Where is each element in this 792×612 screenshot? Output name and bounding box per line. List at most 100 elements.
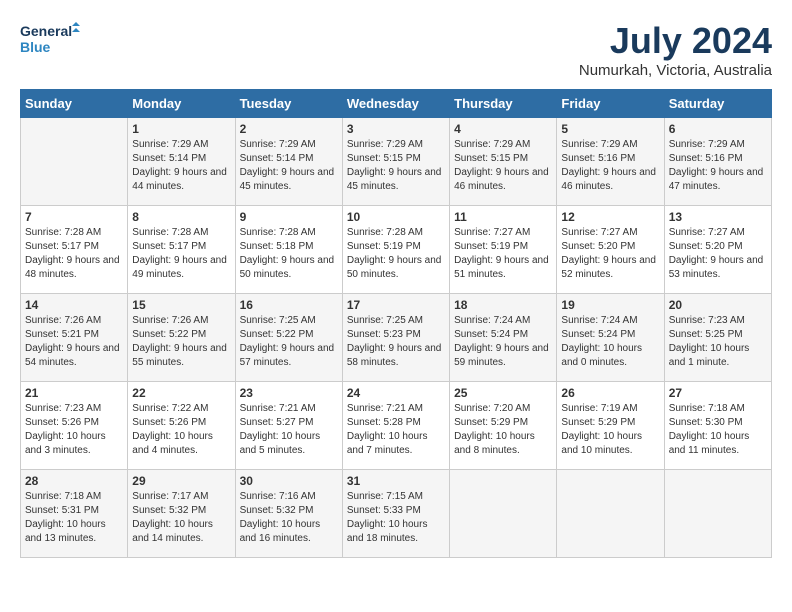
calendar-cell: 23 Sunrise: 7:21 AMSunset: 5:27 PMDayligh… — [235, 382, 342, 470]
day-number: 4 — [454, 122, 552, 136]
calendar-cell: 16 Sunrise: 7:25 AMSunset: 5:22 PMDayligh… — [235, 294, 342, 382]
calendar-cell: 19 Sunrise: 7:24 AMSunset: 5:24 PMDayligh… — [557, 294, 664, 382]
day-info: Sunrise: 7:24 AMSunset: 5:24 PMDaylight:… — [454, 314, 552, 370]
calendar-cell: 29Sunrise: 7:17 AMSunset: 5:32 PMDayligh… — [128, 470, 235, 558]
calendar-week-row: 14 Sunrise: 7:26 AMSunset: 5:21 PMDayligh… — [21, 294, 772, 382]
day-number: 23 — [240, 386, 338, 400]
day-number: 9 — [240, 210, 338, 224]
day-number: 11 — [454, 210, 552, 224]
calendar-cell: 21 Sunrise: 7:23 AMSunset: 5:26 PMDayligh… — [21, 382, 128, 470]
day-info: Sunrise: 7:23 AMSunset: 5:26 PMDaylight:… — [25, 402, 123, 458]
calendar-cell: 22 Sunrise: 7:22 AMSunset: 5:26 PMDayligh… — [128, 382, 235, 470]
location-subtitle: Numurkah, Victoria, Australia — [579, 62, 772, 79]
day-number: 17 — [347, 298, 445, 312]
day-number: 19 — [561, 298, 659, 312]
day-number: 18 — [454, 298, 552, 312]
day-info: Sunrise: 7:28 AMSunset: 5:17 PMDaylight:… — [25, 226, 123, 282]
calendar-cell: 26 Sunrise: 7:19 AMSunset: 5:29 PMDayligh… — [557, 382, 664, 470]
calendar-cell: 10 Sunrise: 7:28 AMSunset: 5:19 PMDayligh… — [342, 206, 449, 294]
logo-svg: General Blue — [20, 20, 80, 56]
calendar-week-row: 21 Sunrise: 7:23 AMSunset: 5:26 PMDayligh… — [21, 382, 772, 470]
calendar-week-row: 28Sunrise: 7:18 AMSunset: 5:31 PMDayligh… — [21, 470, 772, 558]
day-number: 26 — [561, 386, 659, 400]
day-number: 30 — [240, 474, 338, 488]
day-info: Sunrise: 7:18 AMSunset: 5:30 PMDaylight:… — [669, 402, 767, 458]
calendar-cell: 17 Sunrise: 7:25 AMSunset: 5:23 PMDayligh… — [342, 294, 449, 382]
weekday-header-sunday: Sunday — [21, 90, 128, 118]
calendar-cell — [664, 470, 771, 558]
day-number: 14 — [25, 298, 123, 312]
day-number: 5 — [561, 122, 659, 136]
calendar-cell: 18 Sunrise: 7:24 AMSunset: 5:24 PMDayligh… — [450, 294, 557, 382]
calendar-cell: 20Sunrise: 7:23 AMSunset: 5:25 PMDayligh… — [664, 294, 771, 382]
day-info: Sunrise: 7:24 AMSunset: 5:24 PMDaylight:… — [561, 314, 659, 370]
calendar-cell: 12Sunrise: 7:27 AMSunset: 5:20 PMDayligh… — [557, 206, 664, 294]
day-info: Sunrise: 7:26 AMSunset: 5:21 PMDaylight:… — [25, 314, 123, 370]
weekday-header-friday: Friday — [557, 90, 664, 118]
calendar-cell: 14 Sunrise: 7:26 AMSunset: 5:21 PMDayligh… — [21, 294, 128, 382]
day-info: Sunrise: 7:26 AMSunset: 5:22 PMDaylight:… — [132, 314, 230, 370]
calendar-cell: 11 Sunrise: 7:27 AMSunset: 5:19 PMDayligh… — [450, 206, 557, 294]
calendar-cell: 1Sunrise: 7:29 AMSunset: 5:14 PMDaylight… — [128, 118, 235, 206]
weekday-header-tuesday: Tuesday — [235, 90, 342, 118]
day-info: Sunrise: 7:23 AMSunset: 5:25 PMDaylight:… — [669, 314, 767, 370]
calendar-cell: 8Sunrise: 7:28 AMSunset: 5:17 PMDaylight… — [128, 206, 235, 294]
day-info: Sunrise: 7:28 AMSunset: 5:19 PMDaylight:… — [347, 226, 445, 282]
day-number: 3 — [347, 122, 445, 136]
day-info: Sunrise: 7:27 AMSunset: 5:20 PMDaylight:… — [669, 226, 767, 282]
calendar-cell: 5Sunrise: 7:29 AMSunset: 5:16 PMDaylight… — [557, 118, 664, 206]
calendar-week-row: 1 Sunrise: 7:29 AMSunset: 5:14 PMDaylight… — [21, 118, 772, 206]
calendar-cell — [21, 118, 128, 206]
calendar-cell: 24 Sunrise: 7:21 AMSunset: 5:28 PMDayligh… — [342, 382, 449, 470]
month-year-title: July 2024 — [579, 20, 772, 62]
day-number: 21 — [25, 386, 123, 400]
day-info: Sunrise: 7:20 AMSunset: 5:29 PMDaylight:… — [454, 402, 552, 458]
calendar-cell: 7 Sunrise: 7:28 AMSunset: 5:17 PMDaylight… — [21, 206, 128, 294]
day-info: Sunrise: 7:17 AMSunset: 5:32 PMDaylight:… — [132, 490, 230, 546]
day-info: Sunrise: 7:19 AMSunset: 5:29 PMDaylight:… — [561, 402, 659, 458]
calendar-cell: 31 Sunrise: 7:15 AMSunset: 5:33 PMDayligh… — [342, 470, 449, 558]
calendar-cell: 28Sunrise: 7:18 AMSunset: 5:31 PMDayligh… — [21, 470, 128, 558]
calendar-cell: 13 Sunrise: 7:27 AMSunset: 5:20 PMDayligh… — [664, 206, 771, 294]
day-info: Sunrise: 7:25 AMSunset: 5:23 PMDaylight:… — [347, 314, 445, 370]
calendar-cell: 4 Sunrise: 7:29 AMSunset: 5:15 PMDaylight… — [450, 118, 557, 206]
weekday-header-monday: Monday — [128, 90, 235, 118]
svg-text:General: General — [20, 23, 72, 39]
calendar-cell: 27Sunrise: 7:18 AMSunset: 5:30 PMDayligh… — [664, 382, 771, 470]
svg-text:Blue: Blue — [20, 39, 51, 55]
day-info: Sunrise: 7:21 AMSunset: 5:27 PMDaylight:… — [240, 402, 338, 458]
logo: General Blue — [20, 20, 80, 56]
day-number: 25 — [454, 386, 552, 400]
calendar-cell — [450, 470, 557, 558]
day-number: 12 — [561, 210, 659, 224]
day-info: Sunrise: 7:16 AMSunset: 5:32 PMDaylight:… — [240, 490, 338, 546]
day-number: 16 — [240, 298, 338, 312]
weekday-header-saturday: Saturday — [664, 90, 771, 118]
day-info: Sunrise: 7:21 AMSunset: 5:28 PMDaylight:… — [347, 402, 445, 458]
day-number: 7 — [25, 210, 123, 224]
calendar-week-row: 7 Sunrise: 7:28 AMSunset: 5:17 PMDaylight… — [21, 206, 772, 294]
day-number: 6 — [669, 122, 767, 136]
weekday-header-wednesday: Wednesday — [342, 90, 449, 118]
weekday-header-row: SundayMondayTuesdayWednesdayThursdayFrid… — [21, 90, 772, 118]
day-number: 8 — [132, 210, 230, 224]
calendar-cell: 15 Sunrise: 7:26 AMSunset: 5:22 PMDayligh… — [128, 294, 235, 382]
day-info: Sunrise: 7:15 AMSunset: 5:33 PMDaylight:… — [347, 490, 445, 546]
day-info: Sunrise: 7:25 AMSunset: 5:22 PMDaylight:… — [240, 314, 338, 370]
day-number: 13 — [669, 210, 767, 224]
day-number: 10 — [347, 210, 445, 224]
day-number: 31 — [347, 474, 445, 488]
day-info: Sunrise: 7:29 AMSunset: 5:14 PMDaylight:… — [240, 138, 338, 194]
day-info: Sunrise: 7:22 AMSunset: 5:26 PMDaylight:… — [132, 402, 230, 458]
day-number: 22 — [132, 386, 230, 400]
calendar-cell: 3Sunrise: 7:29 AMSunset: 5:15 PMDaylight… — [342, 118, 449, 206]
day-number: 15 — [132, 298, 230, 312]
calendar-cell: 30 Sunrise: 7:16 AMSunset: 5:32 PMDayligh… — [235, 470, 342, 558]
day-number: 24 — [347, 386, 445, 400]
calendar-cell: 9Sunrise: 7:28 AMSunset: 5:18 PMDaylight… — [235, 206, 342, 294]
calendar-cell: 2Sunrise: 7:29 AMSunset: 5:14 PMDaylight… — [235, 118, 342, 206]
day-number: 1 — [132, 122, 230, 136]
weekday-header-thursday: Thursday — [450, 90, 557, 118]
day-info: Sunrise: 7:27 AMSunset: 5:19 PMDaylight:… — [454, 226, 552, 282]
day-info: Sunrise: 7:29 AMSunset: 5:15 PMDaylight:… — [454, 138, 552, 194]
